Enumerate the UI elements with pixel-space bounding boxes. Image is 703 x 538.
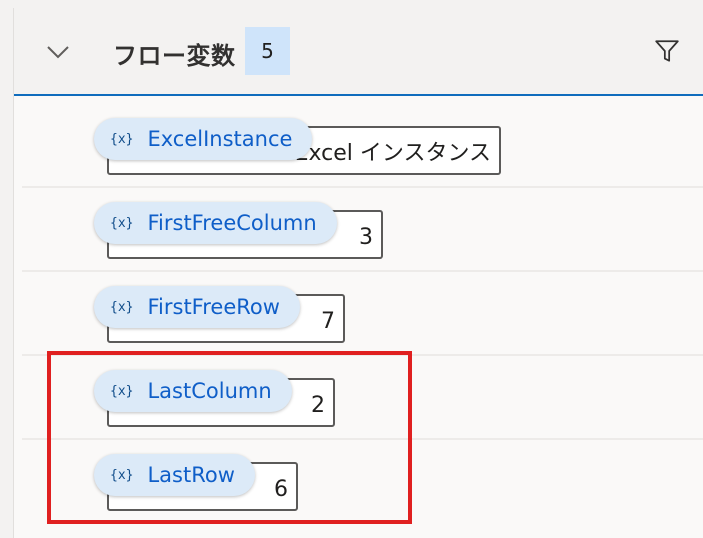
filter-icon[interactable] [654, 38, 680, 64]
variable-pill-firstfreerow[interactable]: {x} FirstFreeRow [94, 286, 300, 328]
variable-value-text: Excel インスタンス [294, 141, 491, 166]
variable-row: Excel インスタンス {x} ExcelInstance [22, 104, 703, 188]
variable-pill-lastcolumn[interactable]: {x} LastColumn [94, 370, 292, 412]
variable-pill-excelinstance[interactable]: {x} ExcelInstance [94, 118, 313, 160]
variable-icon: {x} [110, 383, 134, 399]
variable-row: 3 {x} FirstFreeColumn [22, 188, 703, 272]
panel-title: フロー変数 [113, 42, 236, 70]
variable-count-badge: 5 [245, 27, 290, 75]
variable-value-text: 6 [274, 477, 288, 502]
flow-variables-panel: フロー変数 5 Excel インスタンス {x} ExcelInstance 3… [13, 8, 703, 538]
variable-name: LastRow [147, 463, 235, 487]
variable-name: FirstFreeColumn [147, 211, 317, 235]
variable-icon: {x} [110, 215, 134, 231]
variable-value-text: 3 [359, 225, 373, 250]
variable-row: 2 {x} LastColumn [22, 356, 703, 440]
variable-row: 6 {x} LastRow [22, 440, 703, 524]
variable-row: 7 {x} FirstFreeRow [22, 272, 703, 356]
variable-value-text: 7 [321, 309, 335, 334]
variable-pill-firstfreecolumn[interactable]: {x} FirstFreeColumn [94, 202, 337, 244]
variable-name: ExcelInstance [147, 127, 293, 151]
variable-name: LastColumn [147, 379, 272, 403]
variable-icon: {x} [110, 131, 134, 147]
variable-icon: {x} [110, 299, 134, 315]
panel-header[interactable]: フロー変数 5 [14, 8, 703, 96]
variable-icon: {x} [110, 467, 134, 483]
variable-value-text: 2 [311, 393, 325, 418]
variable-pill-lastrow[interactable]: {x} LastRow [94, 454, 255, 496]
variable-name: FirstFreeRow [147, 295, 280, 319]
chevron-down-icon[interactable] [46, 40, 70, 64]
